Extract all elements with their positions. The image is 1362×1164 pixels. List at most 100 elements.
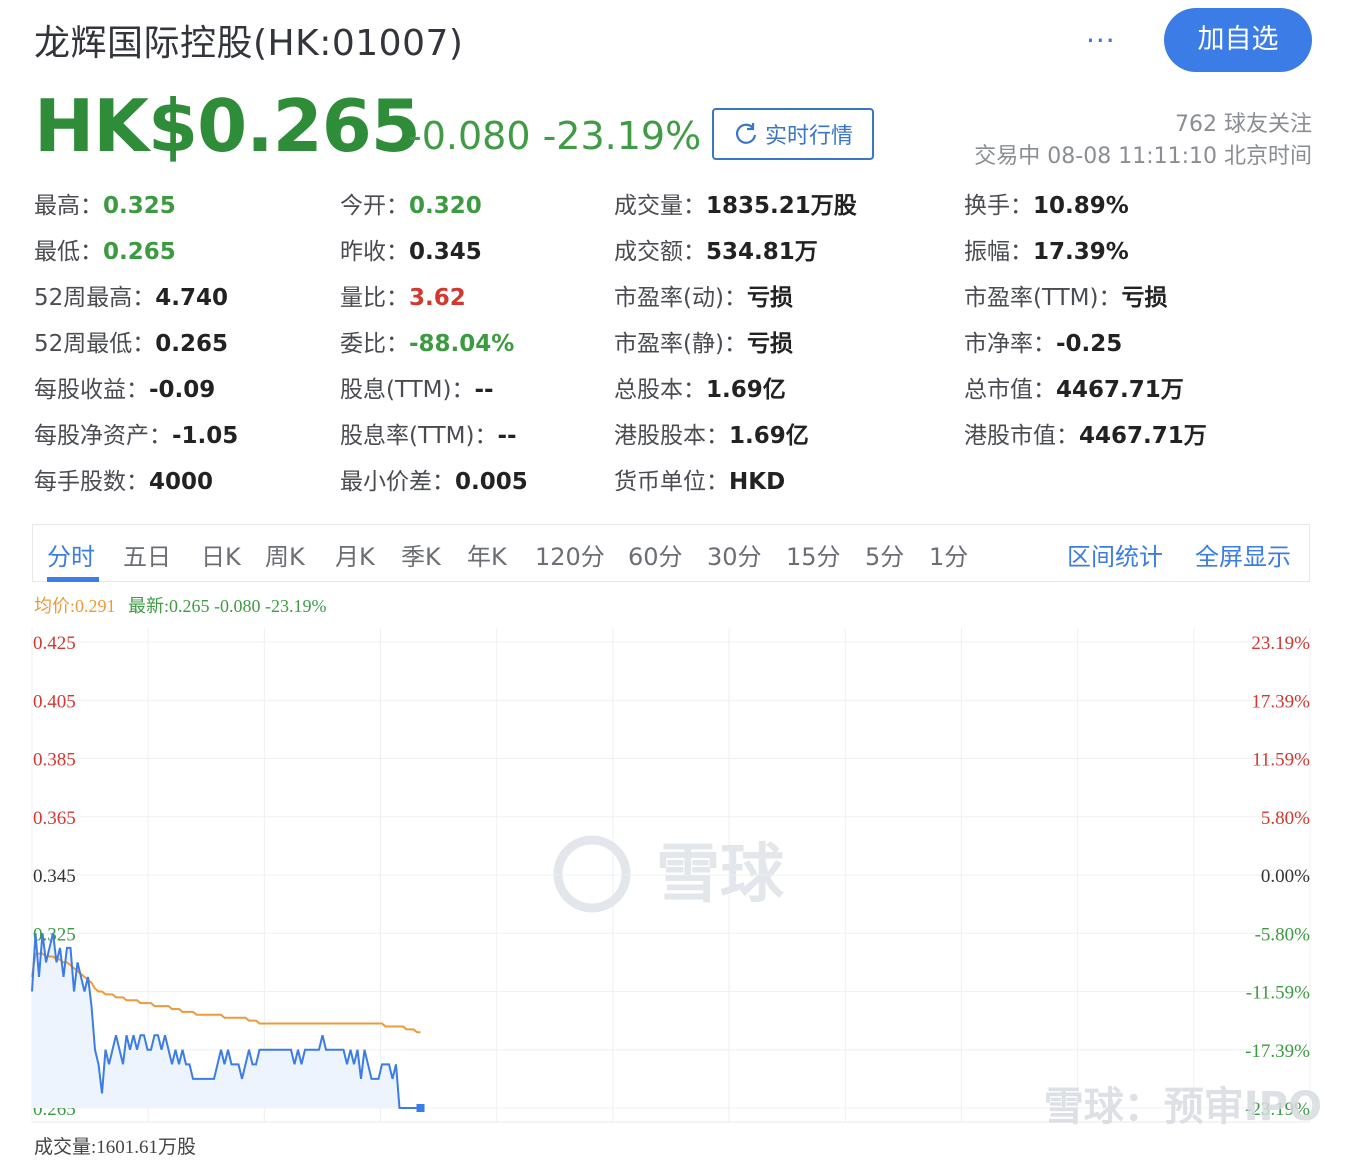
more-options-icon[interactable]: ··· xyxy=(1086,24,1116,57)
stat-label: 今开： xyxy=(340,193,409,219)
stat-item: 振幅：17.39% xyxy=(964,232,1129,266)
fullscreen-link[interactable]: 全屏显示 xyxy=(1195,537,1291,572)
stat-label: 市盈率(动)： xyxy=(614,285,747,311)
tab-10[interactable]: 15分 xyxy=(786,537,841,572)
pct-tick-label: 23.19% xyxy=(1251,633,1310,654)
tab-8[interactable]: 60分 xyxy=(628,537,683,572)
stat-item: 52周最低：0.265 xyxy=(34,324,228,358)
stat-label: 委比： xyxy=(340,331,409,357)
stat-value: 0.325 xyxy=(103,193,176,219)
stat-value: 亏损 xyxy=(746,285,793,311)
stat-label: 最低： xyxy=(34,239,103,265)
stat-label: 昨收： xyxy=(340,239,409,265)
legend-avg-price: 均价:0.291 xyxy=(34,596,116,616)
stat-item: 总市值：4467.71万 xyxy=(964,370,1184,404)
stat-item: 最低：0.265 xyxy=(34,232,176,266)
current-price: HK$0.265 xyxy=(34,84,421,168)
stat-label: 市盈率(静)： xyxy=(614,331,747,357)
range-stats-link[interactable]: 区间统计 xyxy=(1067,537,1163,572)
stat-label: 最小价差： xyxy=(340,469,455,495)
stock-title: 龙辉国际控股(HK:01007) xyxy=(34,23,464,64)
price-tick-label: 0.405 xyxy=(33,691,76,712)
intraday-chart[interactable]: 雪球0.425 23.19%0.405 17.39%0.385 11.59%0.365… xyxy=(0,620,1362,1130)
stat-value: 0.320 xyxy=(409,193,482,219)
tab-5[interactable]: 季K xyxy=(401,537,441,572)
volume-label: 成交量:1601.61万股 xyxy=(34,1137,197,1158)
stat-item: 最小价差：0.005 xyxy=(340,462,528,496)
stat-value: 4.740 xyxy=(155,285,229,311)
active-tab-underline xyxy=(47,577,99,582)
stat-label: 最高： xyxy=(34,193,103,219)
pct-tick-label: 0.00% xyxy=(1261,866,1310,887)
stat-value: 0.005 xyxy=(455,469,528,495)
stat-value: 亏损 xyxy=(746,331,793,357)
stat-item: 换手：10.89% xyxy=(964,186,1129,220)
stat-label: 总市值： xyxy=(964,377,1056,403)
stat-label: 港股市值： xyxy=(964,423,1079,449)
stat-label: 每股收益： xyxy=(34,377,149,403)
stat-label: 52周最高： xyxy=(34,285,156,311)
tab-4[interactable]: 月K xyxy=(335,537,375,572)
tab-7[interactable]: 120分 xyxy=(535,537,605,572)
stat-item: 市盈率(动)：亏损 xyxy=(614,278,793,312)
add-watchlist-button[interactable]: 加自选 xyxy=(1164,8,1312,72)
pct-tick-label: 5.80% xyxy=(1261,808,1310,829)
chart-period-tabs: 分时 五日 日K 周K 月K 季K 年K 120分 60分 30分 15分 5分 1分 区间统计 全屏显示 xyxy=(32,524,1310,582)
price-tick-label: 0.345 xyxy=(33,866,76,887)
refresh-icon xyxy=(735,123,757,144)
stat-value: -0.25 xyxy=(1056,331,1123,357)
stat-item: 市盈率(TTM)：亏损 xyxy=(964,278,1168,312)
stat-item: 市盈率(静)：亏损 xyxy=(614,324,793,358)
pct-tick-label: 11.59% xyxy=(1252,750,1310,771)
tab-1[interactable]: 五日 xyxy=(123,537,171,572)
pct-tick-label: -5.80% xyxy=(1255,924,1311,945)
tab-11[interactable]: 5分 xyxy=(865,537,904,572)
stat-value: 10.89% xyxy=(1033,193,1129,219)
stat-value: 1.69亿 xyxy=(706,377,786,403)
stat-item: 委比：-88.04% xyxy=(340,324,514,358)
tab-0[interactable]: 分时 xyxy=(47,537,95,572)
tab-3[interactable]: 周K xyxy=(265,537,305,572)
realtime-quote-button[interactable]: 实时行情 xyxy=(712,108,874,160)
watermark-text-corner: 雪球：预审IPO xyxy=(1044,1084,1322,1130)
tab-6[interactable]: 年K xyxy=(467,537,507,572)
stat-label: 市净率： xyxy=(964,331,1056,357)
stat-value: 4467.71万 xyxy=(1079,423,1207,449)
pct-tick-label: -17.39% xyxy=(1245,1041,1310,1062)
trade-status-time: 交易中 08-08 11:11:10 北京时间 xyxy=(974,144,1312,169)
tab-9[interactable]: 30分 xyxy=(707,537,762,572)
stat-value: 534.81万 xyxy=(706,239,818,265)
stat-item: 港股股本：1.69亿 xyxy=(614,416,809,450)
stat-label: 股息率(TTM)： xyxy=(340,423,498,449)
stat-label: 成交量： xyxy=(614,193,706,219)
stat-label: 振幅： xyxy=(964,239,1033,265)
stat-item: 量比：3.62 xyxy=(340,278,466,312)
price-tick-label: 0.365 xyxy=(33,808,76,829)
stat-item: 成交量：1835.21万股 xyxy=(614,186,857,220)
stat-item: 52周最高：4.740 xyxy=(34,278,228,312)
stat-label: 每手股数： xyxy=(34,469,149,495)
pct-tick-label: 17.39% xyxy=(1251,691,1310,712)
stat-label: 股息(TTM)： xyxy=(340,377,475,403)
stat-item: 市净率：-0.25 xyxy=(964,324,1122,358)
price-tick-label: 0.425 xyxy=(33,633,76,654)
tab-2[interactable]: 日K xyxy=(201,537,241,572)
stat-value: 0.345 xyxy=(409,239,482,265)
price-tick-label: 0.385 xyxy=(33,750,76,771)
tab-12[interactable]: 1分 xyxy=(929,537,968,572)
watermark-logo-icon xyxy=(553,835,631,913)
stat-value: 3.62 xyxy=(409,285,466,311)
price-area-fill xyxy=(32,933,421,1108)
stat-label: 成交额： xyxy=(614,239,706,265)
legend-latest-price: 最新:0.265 -0.080 -23.19% xyxy=(128,596,327,616)
price-change: -0.080 -23.19% xyxy=(408,114,702,158)
realtime-quote-label: 实时行情 xyxy=(764,124,853,149)
stat-value: 17.39% xyxy=(1033,239,1129,265)
stat-label: 货币单位： xyxy=(614,469,729,495)
stat-item: 昨收：0.345 xyxy=(340,232,482,266)
stat-item: 总股本：1.69亿 xyxy=(614,370,786,404)
stat-label: 每股净资产： xyxy=(34,423,172,449)
chart-legend: 均价:0.291 最新:0.265 -0.080 -23.19% xyxy=(34,592,327,618)
stat-item: 货币单位：HKD xyxy=(614,462,785,496)
stat-value: 0.265 xyxy=(155,331,229,357)
